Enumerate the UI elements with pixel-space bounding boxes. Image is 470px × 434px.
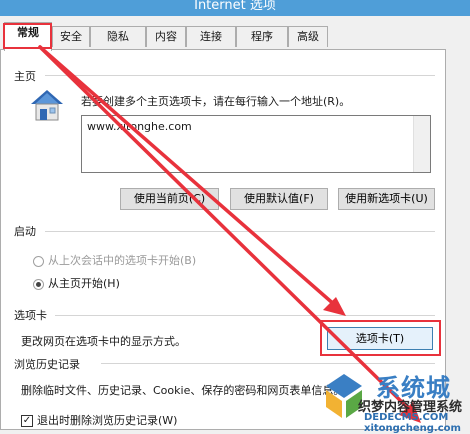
homepage-section-title: 主页 [14,70,36,83]
startup-section-title: 启动 [14,225,36,238]
divider [45,75,435,76]
divider [55,315,435,316]
divider [101,363,435,364]
watermark-url-2: xitongcheng.com [364,423,461,434]
tabs-section-title: 选项卡 [14,309,47,322]
tab-advanced[interactable]: 高级 [288,26,328,47]
tab-security[interactable]: 安全 [52,26,90,47]
tabs-description: 更改网页在选项卡中的显示方式。 [21,335,186,348]
radio-home-page-label: 从主页开始(H) [48,277,120,290]
tab-connections[interactable]: 连接 [186,26,236,47]
homepage-url-input[interactable]: www.xitonghe.com [81,115,431,173]
scrollbar[interactable] [413,116,430,172]
home-icon [31,90,63,121]
use-current-button[interactable]: 使用当前页(C) [120,188,219,210]
tab-strip: 常规 安全 隐私 内容 连接 程序 高级 [0,16,470,51]
radio-button-selected[interactable] [33,278,44,290]
tab-content[interactable]: 内容 [146,26,186,47]
radio-home-page[interactable]: 从主页开始(H) [33,276,120,292]
delete-on-exit-checkbox[interactable]: ✓ [21,415,33,427]
history-section-title: 浏览历史记录 [14,358,80,371]
tab-privacy[interactable]: 隐私 [90,26,146,47]
tab-programs[interactable]: 程序 [236,26,288,47]
annotation-box-general-tab [3,23,52,49]
radio-last-session[interactable]: 从上次会话中的选项卡开始(B) [33,253,196,269]
radio-button[interactable] [33,255,44,267]
watermark-url-1: DEDECMS.COM [364,412,449,423]
delete-on-exit-option[interactable]: ✓ 退出时删除浏览历史记录(W) [21,413,177,429]
watermark-url: DEDECMS.COM xitongcheng.com [364,412,470,434]
divider [45,231,435,232]
radio-last-session-label: 从上次会话中的选项卡开始(B) [48,254,197,267]
homepage-url-text: www.xitonghe.com [87,120,192,133]
use-new-tab-button[interactable]: 使用新选项卡(U) [338,188,435,210]
use-default-button[interactable]: 使用默认值(F) [230,188,328,210]
window-title: Internet 选项 [0,0,470,16]
watermark: 系统城 织梦内容管理系统 DEDECMS.COM xitongcheng.com [318,368,470,434]
annotation-box-tabs-button [320,320,441,356]
delete-on-exit-label: 退出时删除浏览历史记录(W) [37,414,178,427]
homepage-description: 若要创建多个主页选项卡，请在每行输入一个地址(R)。 [81,95,351,108]
